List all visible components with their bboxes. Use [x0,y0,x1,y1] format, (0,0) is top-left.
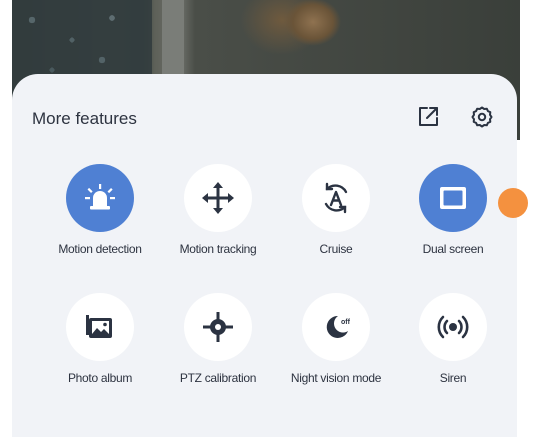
feature-label: Cruise [319,242,353,256]
feature-label: Photo album [67,371,133,385]
feature-label: Motion detection [58,242,142,256]
siren-waves-icon [419,293,487,361]
feature-motion-detection[interactable]: Motion detection [44,164,156,256]
feature-photo-album[interactable]: Photo album [44,293,156,385]
feature-label: Siren [439,371,467,385]
moon-off-icon: off [302,293,370,361]
external-link-icon[interactable] [416,105,440,129]
svg-text:off: off [341,319,351,326]
floating-assistant-dot[interactable] [498,188,528,218]
feature-night-vision-mode[interactable]: off Night vision mode [280,293,392,385]
feature-siren[interactable]: Siren [397,293,509,385]
feature-cruise[interactable]: Cruise [280,164,392,256]
feature-label: Dual screen [422,242,484,256]
dual-screen-icon [419,164,487,232]
feature-dual-screen[interactable]: Dual screen [397,164,509,256]
panel-title: More features [32,109,137,128]
crosshair-icon [184,293,252,361]
more-features-panel: More features Motion detection Motion tr… [12,74,517,437]
gear-icon[interactable] [470,105,494,129]
feature-label: Motion tracking [179,242,257,256]
feature-ptz-calibration[interactable]: PTZ calibration [162,293,274,385]
photo-album-icon [66,293,134,361]
camera-wreath [274,0,352,70]
move-arrows-icon [184,164,252,232]
siren-light-icon [66,164,134,232]
feature-label: Night vision mode [290,371,382,385]
auto-rotate-icon [302,164,370,232]
feature-motion-tracking[interactable]: Motion tracking [162,164,274,256]
feature-label: PTZ calibration [179,371,257,385]
